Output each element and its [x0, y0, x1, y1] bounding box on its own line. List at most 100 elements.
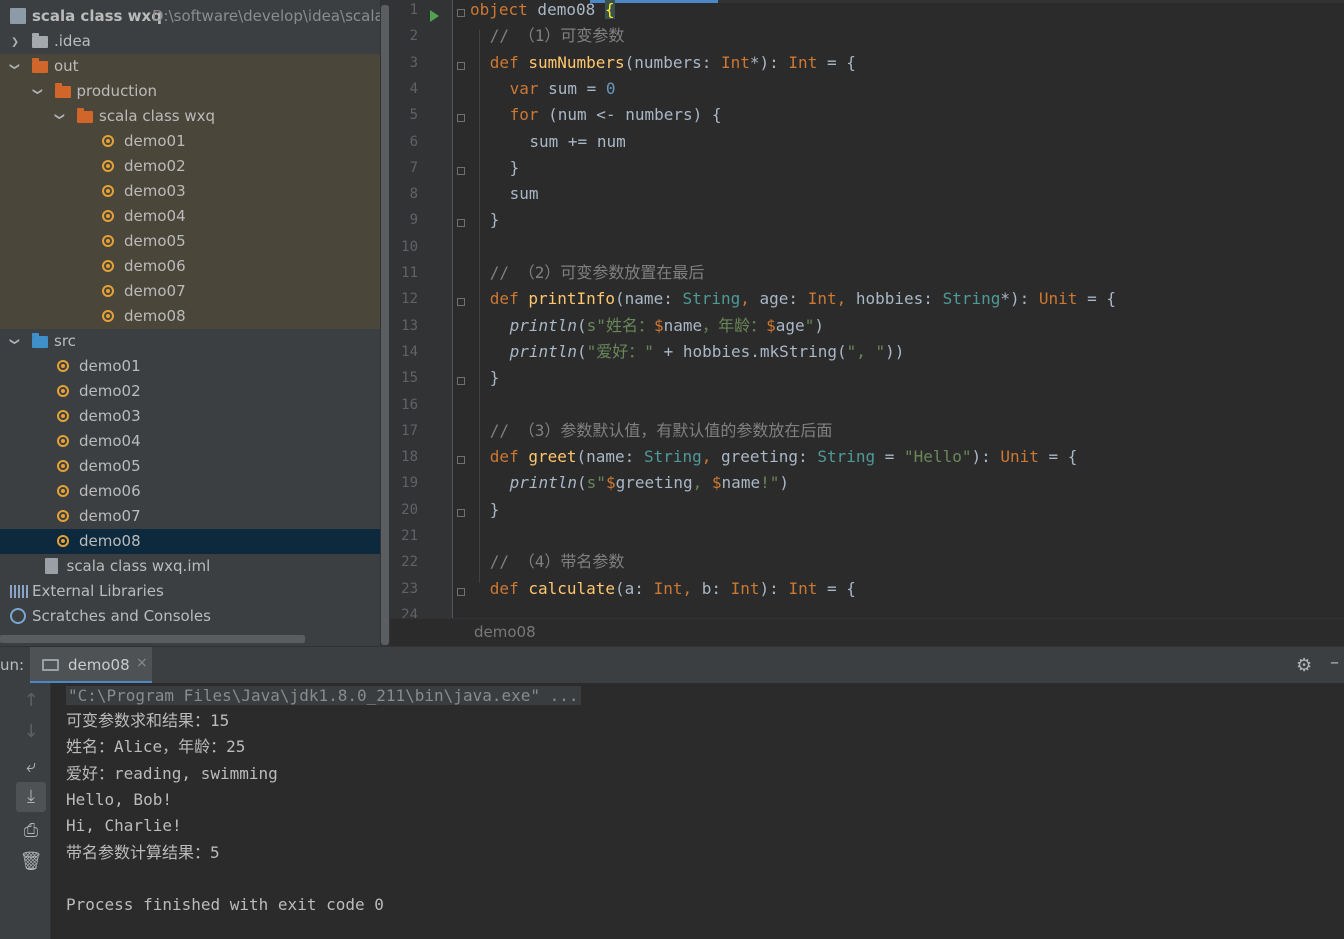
tree-item-demo08[interactable]: demo08 [0, 529, 390, 554]
tree-item-demo06[interactable]: demo06 [0, 254, 390, 279]
scala-object-icon [57, 535, 69, 547]
soft-wrap-icon[interactable]: ⤶ [16, 752, 46, 782]
tree-item-src[interactable]: ❯ src [0, 329, 390, 354]
tree-item-scratches-and-consoles[interactable]: Scratches and Consoles [0, 604, 390, 629]
fold-marker-icon[interactable] [457, 9, 465, 17]
line-number: 18 [401, 449, 418, 466]
close-icon[interactable]: × [136, 655, 148, 671]
tree-item-demo02[interactable]: demo02 [0, 379, 390, 404]
chevron-right-icon[interactable]: ❯ [9, 32, 20, 52]
run-gutter-icon[interactable] [430, 10, 439, 22]
line-number: 15 [401, 370, 418, 387]
tree-item-demo05[interactable]: demo05 [0, 454, 390, 479]
tree-item-production[interactable]: ❯ production [0, 79, 390, 104]
editor-breadcrumb-bar: demo08 [390, 618, 1344, 647]
console-output-line: Process finished with exit code 0 [66, 895, 384, 915]
editor-gutter[interactable]: 1 2 3 4 5 6 7 8 9 10 11 12 13 14 15 16 17 18 19 20 21 22 23 24 [390, 0, 452, 623]
tab-bar-border [718, 0, 1344, 3]
fold-marker-icon[interactable] [457, 587, 465, 596]
tree-item-demo03[interactable]: demo03 [0, 404, 390, 429]
project-root-path: D:\software\develop\idea\scala c [152, 7, 390, 25]
tree-item-label: demo07 [79, 507, 141, 525]
tree-item-label: demo05 [124, 232, 186, 250]
line-number: 2 [409, 28, 418, 45]
code-line: sum += num [529, 131, 626, 151]
tree-item-scala-class-wxq[interactable]: ❯ scala class wxq [0, 104, 390, 129]
chevron-down-icon[interactable]: ❯ [5, 336, 25, 347]
tree-item-demo06[interactable]: demo06 [0, 479, 390, 504]
tree-item-demo01[interactable]: demo01 [0, 129, 390, 154]
chevron-down-icon[interactable]: ❯ [50, 111, 70, 122]
fold-marker-icon[interactable] [457, 377, 465, 386]
run-console[interactable]: ↑ ↓ ⤶ ⤓ ⎙ 🗑 "C:\Program Files\Java\jdk1.8.0_2… [0, 683, 1344, 939]
code-line: } [489, 499, 500, 519]
tree-item-label: scala class wxq [99, 107, 216, 125]
scala-object-icon [102, 235, 114, 247]
tree-item-label: demo08 [79, 532, 141, 550]
tree-item-demo04[interactable]: demo04 [0, 204, 390, 229]
scratches-icon [10, 608, 26, 624]
tree-item-demo02[interactable]: demo02 [0, 154, 390, 179]
line-number: 4 [409, 80, 418, 97]
console-icon [42, 659, 59, 671]
scala-object-icon [102, 160, 114, 172]
fold-marker-icon[interactable] [457, 298, 465, 307]
excluded-folder-icon [32, 58, 48, 73]
gear-icon[interactable]: ⚙ [1296, 655, 1312, 676]
fold-marker-icon[interactable] [457, 508, 465, 517]
line-number: 3 [409, 54, 418, 71]
code-line: for (num <- numbers) { [509, 105, 722, 125]
print-icon[interactable]: ⎙ [16, 816, 46, 846]
project-root[interactable]: scala class wxq D:\software\develop\idea… [0, 4, 390, 29]
code-line: } [509, 157, 520, 177]
tree-item-label: src [54, 332, 76, 350]
console-output-line: 姓名：Alice，年龄：25 [66, 737, 246, 757]
fold-marker-icon[interactable] [457, 114, 465, 123]
line-number: 21 [401, 528, 418, 544]
scala-object-icon [57, 360, 69, 372]
code-editor[interactable]: 1 2 3 4 5 6 7 8 9 10 11 12 13 14 15 16 17 18 19 20 21 22 23 24 … [390, 0, 1344, 647]
tree-item-demo07[interactable]: demo07 [0, 504, 390, 529]
tree-item-demo07[interactable]: demo07 [0, 279, 390, 304]
tree-item-out[interactable]: ❯ out [0, 54, 390, 79]
scroll-to-end-icon[interactable]: ⤓ [16, 782, 46, 812]
tree-item-label: demo01 [79, 357, 141, 375]
tree-item-demo05[interactable]: demo05 [0, 229, 390, 254]
scala-object-icon [102, 260, 114, 272]
up-arrow-icon[interactable]: ↑ [16, 686, 46, 716]
fold-marker-icon[interactable] [457, 61, 465, 70]
tree-item--idea[interactable]: ❯ .idea [0, 29, 390, 54]
code-line: println("爱好：" + hobbies.mkString(", ")) [509, 341, 905, 361]
vertical-scrollbar[interactable] [380, 0, 390, 646]
breadcrumb[interactable]: demo08 [474, 623, 536, 641]
line-number: 17 [401, 422, 418, 439]
run-tab-demo08[interactable]: demo08 × [30, 647, 152, 684]
chevron-down-icon[interactable]: ❯ [28, 86, 48, 97]
horizontal-scrollbar[interactable] [0, 635, 305, 643]
code-line: // （1）可变参数 [489, 26, 625, 46]
tree-item-external-libraries[interactable]: External Libraries [0, 579, 390, 604]
tree-item-scala-class-wxq-iml[interactable]: scala class wxq.iml [0, 554, 390, 579]
tree-item-demo04[interactable]: demo04 [0, 429, 390, 454]
tree-item-demo03[interactable]: demo03 [0, 179, 390, 204]
line-number: 7 [409, 159, 418, 176]
fold-marker-icon[interactable] [457, 219, 465, 228]
code-line: def sumNumbers(numbers: Int*): Int = { [489, 52, 856, 72]
tree-item-label: Scratches and Consoles [32, 607, 211, 625]
tree-item-demo08[interactable]: demo08 [0, 304, 390, 329]
line-number: 20 [401, 501, 418, 518]
console-output-line: 可变参数求和结果：15 [66, 711, 230, 730]
down-arrow-icon[interactable]: ↓ [16, 717, 46, 747]
console-output-line: Hello, Bob! [66, 789, 172, 809]
fold-marker-icon[interactable] [457, 166, 465, 175]
chevron-down-icon[interactable]: ❯ [5, 61, 25, 72]
code-line: def printInfo(name: String, age: Int, ho… [489, 289, 1116, 309]
gutter-divider [452, 0, 453, 618]
minimize-icon[interactable]: – [1330, 652, 1339, 673]
trash-icon[interactable]: 🗑 [16, 847, 46, 877]
tree-item-label: demo03 [124, 182, 186, 200]
fold-marker-icon[interactable] [457, 456, 465, 465]
line-number: 14 [401, 343, 418, 360]
tree-item-demo01[interactable]: demo01 [0, 354, 390, 379]
tree-item-label: demo03 [79, 407, 141, 425]
